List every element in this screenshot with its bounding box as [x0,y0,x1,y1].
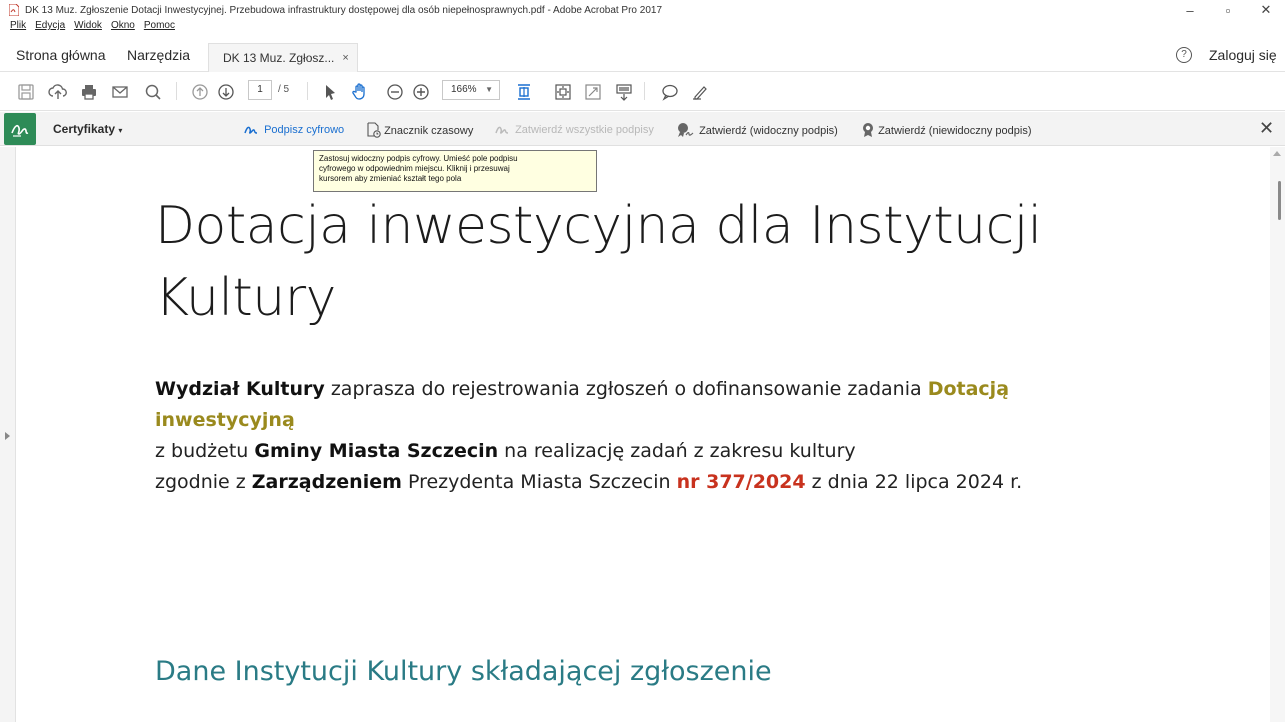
sign-tooltip: Zastosuj widoczny podpis cyfrowy. Umieść… [313,150,597,192]
budget-text: z budżetu [155,440,255,462]
upload-cloud-icon[interactable] [48,82,68,102]
document-title: Dotacja inwestycyjna dla Instytucji Kult… [155,196,1042,328]
tooltip-line: Zastosuj widoczny podpis cyfrowy. Umieść… [319,154,518,163]
toolbar-separator [307,82,308,100]
search-icon[interactable] [143,82,163,102]
validate-invisible-label: Zatwierdź (niewidoczny podpis) [878,125,1032,137]
department-name: Wydział Kultury [155,378,325,400]
next-page-icon[interactable] [216,82,236,102]
expand-pane-icon[interactable] [5,432,10,440]
read-mode-icon[interactable] [614,82,634,102]
compliance-text: zgodnie z [155,471,252,493]
previous-page-icon[interactable] [190,82,210,102]
sign-digitally-label: Podpisz cyfrowo [264,124,345,136]
timestamp-button[interactable]: Znacznik czasowy [367,122,473,138]
menu-file[interactable]: Plik [10,20,26,34]
sign-digitally-button[interactable]: Podpisz cyfrowo [243,122,344,136]
menu-help[interactable]: Pomoc [144,20,175,34]
regulation-word: Zarządzeniem [251,471,402,493]
tab-close-icon[interactable]: × [342,52,348,64]
tab-tools[interactable]: Narzędzia [127,47,190,63]
intro-text: zaprasza do rejestrowania zgłoszeń o dof… [324,378,928,400]
acrobat-pdf-icon [8,3,20,17]
toolbar-separator [644,82,645,100]
menu-view[interactable]: Widok [74,20,102,34]
city-name: Gminy Miasta Szczecin [254,440,499,462]
zoom-in-icon[interactable] [411,82,431,102]
certificates-tool-icon[interactable] [4,113,36,145]
menu-edit[interactable]: Edycja [35,20,65,34]
select-cursor-icon[interactable] [320,82,340,102]
vertical-scrollbar[interactable] [1270,147,1285,722]
scrollbar-thumb[interactable] [1278,181,1281,220]
regulation-number: nr 377/2024 [676,471,806,493]
page-number-input[interactable]: 1 [248,80,272,100]
president-text: Prezydenta Miasta Szczecin [401,471,677,493]
scroll-up-icon[interactable] [1273,151,1281,156]
tooltip-line: kursorem aby zmieniać kształt tego pola [319,174,462,183]
page-total: / 5 [278,84,290,95]
restore-button[interactable]: ▫ [1209,3,1247,18]
validate-all-signatures-button[interactable]: Zatwierdź wszystkie podpisy [494,122,654,136]
validate-visible-signature-button[interactable]: Zatwierdź (widoczny podpis) [676,122,838,138]
zoom-value: 166% [451,84,477,95]
section-heading: Dane Instytucji Kultury składającej zgło… [155,656,772,687]
zoom-select[interactable]: 166% ▼ [442,80,500,100]
date-text: z dnia 22 lipca 2024 r. [805,471,1023,493]
save-icon[interactable] [16,82,36,102]
certificates-label: Certyfikaty [53,122,116,136]
full-screen-icon[interactable] [583,82,603,102]
tab-document[interactable]: DK 13 Muz. Zgłosz... × [208,43,358,72]
login-link[interactable]: Zaloguj się [1209,47,1277,63]
zoom-out-icon[interactable] [385,82,405,102]
main-toolbar [0,73,1285,111]
title-bar: DK 13 Muz. Zgłoszenie Dotacji Inwestycyj… [0,0,1285,20]
menu-bar: Plik Edycja Widok Okno Pomoc [0,20,184,34]
print-icon[interactable] [79,82,99,102]
comment-icon[interactable] [660,82,680,102]
fit-page-icon[interactable] [514,82,534,102]
hand-tool-icon[interactable] [350,82,370,102]
close-window-button[interactable]: ✕ [1247,2,1285,18]
highlight-pen-icon[interactable] [690,82,710,102]
menu-window[interactable]: Okno [111,20,135,34]
minimize-button[interactable]: – [1171,3,1209,18]
email-icon[interactable] [110,82,130,102]
help-icon[interactable]: ? [1176,47,1192,63]
timestamp-label: Znacznik czasowy [384,125,474,137]
document-intro: Wydział Kultury zaprasza do rejestrowani… [155,374,1155,498]
certificates-toolbar: Certyfikaty ▾ Podpisz cyfrowo Znacznik c… [0,112,1285,146]
close-toolbar-icon[interactable]: ✕ [1259,118,1274,139]
tab-bar: Strona główna Narzędzia DK 13 Muz. Zgłos… [0,38,1285,72]
tooltip-line: cyfrowego w odpowiednim miejscu. Kliknij… [319,164,510,173]
validate-all-label: Zatwierdź wszystkie podpisy [515,124,654,136]
certificates-menu[interactable]: Certyfikaty ▾ [53,122,122,136]
toolbar-separator [176,82,177,100]
chevron-down-icon: ▾ [118,126,123,135]
scope-text: na realizację zadań z zakresu kultury [498,440,856,462]
validate-invisible-signature-button[interactable]: Zatwierdź (niewidoczny podpis) [861,122,1032,138]
tab-document-label: DK 13 Muz. Zgłosz... [223,51,335,65]
validate-visible-label: Zatwierdź (widoczny podpis) [699,125,838,137]
tab-home[interactable]: Strona główna [16,47,106,63]
scroll-mode-icon[interactable] [553,82,573,102]
chevron-down-icon: ▼ [485,85,493,94]
window-title: DK 13 Muz. Zgłoszenie Dotacji Inwestycyj… [25,4,663,16]
